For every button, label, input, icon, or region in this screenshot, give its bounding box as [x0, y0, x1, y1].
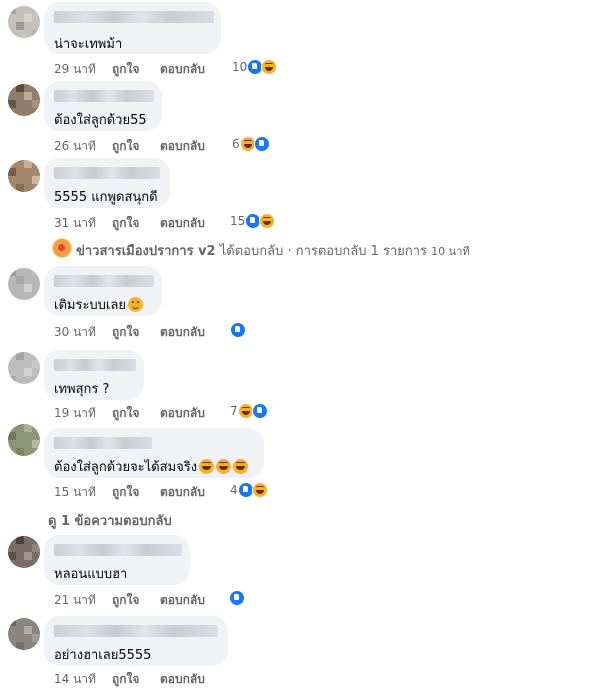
avatar[interactable] — [8, 536, 40, 568]
reply-button[interactable]: ตอบกลับ — [160, 323, 205, 342]
avatar[interactable] — [8, 352, 40, 384]
comment-bubble: 5555 แกพูดสนุกดี — [44, 158, 170, 208]
view-replies-link[interactable]: ดู 1 ข้อความตอบกลับ — [48, 510, 172, 531]
commenter-name-blurred[interactable] — [54, 544, 182, 556]
smile-emoji-icon — [127, 297, 143, 312]
comment-bubble: อย่างฮาเลย5555 — [44, 616, 228, 666]
avatar[interactable] — [8, 424, 40, 456]
reply-button[interactable]: ตอบกลับ — [160, 483, 205, 502]
reply-button[interactable]: ตอบกลับ — [160, 670, 205, 689]
comment-text: น่าจะเทพม้า — [54, 37, 123, 52]
comment-time[interactable]: 30 นาที — [54, 323, 96, 342]
haha-emoji-icon — [233, 459, 249, 474]
commenter-name-blurred[interactable] — [54, 625, 218, 637]
commenter-name-blurred[interactable] — [54, 90, 154, 102]
like-icon — [254, 136, 270, 152]
comment-text: อย่างฮาเลย5555 — [54, 648, 152, 663]
avatar[interactable] — [8, 268, 40, 300]
comment-time[interactable]: 26 นาที — [54, 137, 96, 156]
reply-summary-text: ได้ตอบกลับ · การตอบกลับ 1 รายการ — [215, 244, 428, 259]
avatar[interactable] — [8, 6, 40, 38]
commenter-name-blurred[interactable] — [54, 359, 136, 371]
comment-text: ต้องใส่ลูกด้วย55 — [54, 113, 147, 128]
comment-bubble: หลอนแบบฮา — [44, 535, 190, 585]
like-button[interactable]: ถูกใจ — [112, 670, 139, 689]
avatar[interactable] — [8, 84, 40, 116]
reaction-count: 15 — [230, 214, 246, 228]
comment-bubble: เทพสุกร ? — [44, 350, 144, 400]
reply-button[interactable]: ตอบกลับ — [160, 60, 205, 79]
comment-time[interactable]: 19 นาที — [54, 404, 96, 423]
comment-text: เทพสุกร ? — [54, 382, 110, 397]
like-button[interactable]: ถูกใจ — [112, 483, 139, 502]
reply-button[interactable]: ตอบกลับ — [160, 137, 205, 156]
comment-text: หลอนแบบฮา — [54, 567, 128, 582]
reply-button[interactable]: ตอบกลับ — [160, 591, 205, 610]
comment-bubble: เติมระบบเลย — [44, 266, 162, 316]
commenter-name-blurred[interactable] — [54, 167, 160, 179]
comment-bubble: น่าจะเทพม้า — [44, 2, 221, 54]
avatar[interactable] — [8, 618, 40, 650]
haha-icon — [252, 482, 268, 498]
like-icon — [252, 403, 268, 419]
like-button[interactable]: ถูกใจ — [112, 591, 139, 610]
reply-button[interactable]: ตอบกลับ — [160, 404, 205, 423]
comment-text-label: ต้องใส่ลูกด้วยจะได้สมจริง — [54, 460, 198, 475]
comment-bubble: ต้องใส่ลูกด้วย55 — [44, 81, 162, 131]
comment-time[interactable]: 31 นาที — [54, 214, 96, 233]
commenter-name-blurred[interactable] — [54, 275, 154, 287]
like-icon — [230, 322, 246, 338]
haha-icon — [261, 59, 277, 75]
comment-text-label: เติมระบบเลย — [54, 298, 126, 313]
reaction-count: 7 — [230, 404, 238, 418]
avatar[interactable] — [8, 160, 40, 192]
reply-button[interactable]: ตอบกลับ — [160, 214, 205, 233]
like-button[interactable]: ถูกใจ — [112, 214, 139, 233]
commenter-name-blurred[interactable] — [54, 11, 214, 23]
commenter-name-blurred[interactable] — [54, 437, 152, 449]
comment-text: 5555 แกพูดสนุกดี — [54, 190, 158, 205]
reaction-count: 10 — [232, 60, 248, 74]
comment-time[interactable]: 21 นาที — [54, 591, 96, 610]
like-button[interactable]: ถูกใจ — [112, 323, 139, 342]
page-avatar[interactable] — [52, 238, 72, 258]
reaction-count: 4 — [230, 483, 238, 497]
haha-emoji-icon — [199, 459, 215, 474]
comment-time[interactable]: 29 นาที — [54, 60, 96, 79]
comment-bubble: ต้องใส่ลูกด้วยจะได้สมจริง — [44, 428, 264, 478]
reply-time: 10 นาที — [431, 245, 470, 258]
page-reply-summary[interactable]: ข่าวสารเมืองปราการ v2 ได้ตอบกลับ · การตอ… — [76, 240, 470, 261]
haha-emoji-icon — [216, 459, 232, 474]
like-button[interactable]: ถูกใจ — [112, 404, 139, 423]
page-name: ข่าวสารเมืองปราการ v2 — [76, 244, 216, 259]
reaction-count: 6 — [232, 137, 240, 151]
comment-text: ต้องใส่ลูกด้วยจะได้สมจริง — [54, 456, 249, 477]
comment-time[interactable]: 15 นาที — [54, 483, 96, 502]
like-icon — [229, 590, 245, 606]
comment-time[interactable]: 14 นาที — [54, 670, 96, 689]
haha-icon — [259, 213, 275, 229]
like-button[interactable]: ถูกใจ — [112, 137, 139, 156]
like-button[interactable]: ถูกใจ — [112, 60, 139, 79]
comment-text: เติมระบบเลย — [54, 294, 143, 315]
